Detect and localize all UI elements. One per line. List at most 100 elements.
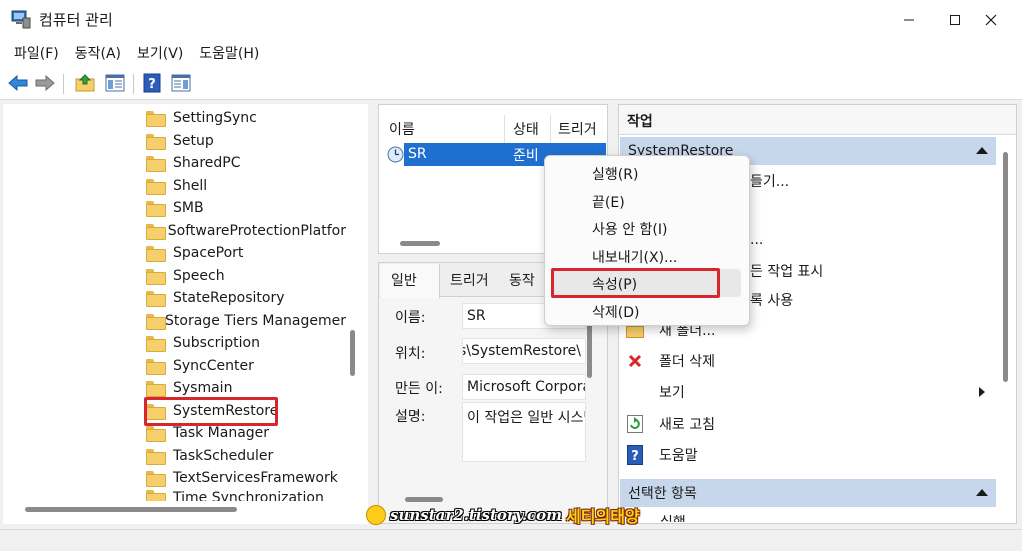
tree-vertical-scrollbar[interactable] bbox=[350, 330, 355, 376]
author-field[interactable]: Microsoft Corporation bbox=[462, 374, 586, 400]
annotation-highlight-box bbox=[551, 268, 720, 298]
help-icon: ? bbox=[626, 445, 644, 465]
folder-icon bbox=[146, 156, 166, 172]
context-menu-export[interactable]: 내보내기(X)... bbox=[592, 247, 677, 267]
action-help[interactable]: ? 도움말 bbox=[626, 442, 698, 468]
folder-icon bbox=[146, 381, 166, 397]
toolbar: ? bbox=[0, 67, 1022, 100]
action-pane-button[interactable] bbox=[170, 72, 192, 94]
watermark-name: 세티의태양 bbox=[566, 507, 640, 526]
task-status-cell: 준비 bbox=[513, 148, 539, 164]
close-icon bbox=[985, 14, 997, 25]
tree-item[interactable]: TextServicesFramework bbox=[146, 467, 338, 489]
tree-item[interactable]: SettingSync bbox=[146, 107, 257, 129]
title-bar[interactable]: 컴퓨터 관리 bbox=[0, 0, 1022, 39]
minimize-icon bbox=[904, 19, 914, 20]
tree-item[interactable]: SoftwareProtectionPlatfor bbox=[146, 220, 346, 242]
close-button[interactable] bbox=[968, 0, 1014, 39]
forward-button[interactable] bbox=[34, 72, 56, 94]
action-item-partial[interactable]: 들기... bbox=[750, 171, 789, 191]
action-refresh[interactable]: 새로 고침 bbox=[626, 411, 715, 437]
delete-x-icon bbox=[626, 352, 644, 370]
action-delete-folder[interactable]: 폴더 삭제 bbox=[626, 348, 715, 374]
column-header-name[interactable]: 이름 bbox=[389, 119, 415, 139]
tree-item[interactable]: StateRepository bbox=[146, 287, 285, 309]
minimize-button[interactable] bbox=[886, 0, 932, 39]
toolbar-separator bbox=[63, 74, 64, 94]
context-menu bbox=[544, 155, 750, 326]
computer-management-icon bbox=[11, 9, 31, 29]
folder-icon bbox=[146, 179, 166, 195]
folder-icon bbox=[146, 426, 166, 442]
menu-file[interactable]: 파일(F) bbox=[6, 43, 67, 63]
tree-item[interactable]: SyncCenter bbox=[146, 355, 254, 377]
location-label: 위치: bbox=[395, 346, 426, 362]
menu-action[interactable]: 동작(A) bbox=[67, 43, 129, 63]
task-clock-icon bbox=[387, 146, 404, 163]
folder-icon bbox=[146, 291, 166, 307]
author-label: 만든 이: bbox=[395, 381, 443, 397]
description-label: 설명: bbox=[395, 409, 426, 425]
menu-help[interactable]: 도움말(H) bbox=[191, 43, 267, 63]
help-button[interactable]: ? bbox=[141, 72, 163, 94]
location-field[interactable]: \Microsoft\Windows\SystemRestore bbox=[462, 338, 586, 364]
actions-header: 작업 bbox=[619, 105, 1016, 135]
collapse-arrow-icon[interactable] bbox=[976, 147, 988, 154]
column-divider bbox=[504, 115, 505, 143]
svg-text:?: ? bbox=[631, 449, 639, 464]
action-item-partial[interactable]: ... bbox=[750, 232, 763, 248]
action-view[interactable]: 보기 bbox=[626, 379, 685, 405]
detail-vertical-scrollbar[interactable] bbox=[587, 318, 592, 378]
tree-item[interactable]: SharedPC bbox=[146, 152, 241, 174]
context-menu-run[interactable]: 실행(R) bbox=[592, 164, 638, 184]
folder-icon bbox=[146, 246, 166, 262]
context-menu-disable[interactable]: 사용 안 함(I) bbox=[592, 219, 667, 239]
back-arrow-icon bbox=[8, 75, 28, 91]
collapse-arrow-icon[interactable] bbox=[976, 489, 988, 496]
menu-view[interactable]: 보기(V) bbox=[129, 43, 191, 63]
list-horizontal-scrollbar[interactable] bbox=[400, 241, 440, 246]
up-folder-icon bbox=[75, 74, 95, 92]
show-hide-tree-button[interactable] bbox=[104, 72, 126, 94]
tree-item[interactable]: TaskScheduler bbox=[146, 445, 273, 467]
annotation-highlight-box bbox=[144, 397, 278, 426]
actions-section-selected-item[interactable]: 선택한 항목 bbox=[620, 479, 996, 507]
help-icon: ? bbox=[143, 73, 161, 93]
watermark-url: sunstar2.tistory.com bbox=[390, 506, 563, 524]
smiley-icon bbox=[366, 505, 386, 525]
actions-vertical-scrollbar[interactable] bbox=[1003, 152, 1008, 382]
tree-horizontal-scrollbar[interactable] bbox=[25, 507, 237, 512]
tree-item[interactable]: Subscription bbox=[146, 332, 260, 354]
folder-icon bbox=[146, 471, 166, 487]
column-header-trigger[interactable]: 트리거 bbox=[558, 119, 597, 139]
tab-general[interactable]: 일반 bbox=[391, 270, 417, 290]
folder-icon bbox=[146, 359, 166, 375]
action-item-partial[interactable]: 든 작업 표시 bbox=[750, 261, 823, 281]
tree-item[interactable]: Speech bbox=[146, 265, 225, 287]
tree-item[interactable]: SMB bbox=[146, 197, 204, 219]
column-header-status[interactable]: 상태 bbox=[513, 119, 539, 139]
svg-text:?: ? bbox=[148, 77, 156, 92]
action-item-partial[interactable]: 실행 bbox=[660, 512, 686, 522]
maximize-icon bbox=[950, 14, 960, 25]
folder-icon bbox=[146, 134, 166, 150]
context-menu-delete[interactable]: 삭제(D) bbox=[592, 302, 639, 322]
tree-item[interactable]: Shell bbox=[146, 175, 207, 197]
tree-item[interactable]: Storage Tiers Managemer bbox=[146, 310, 346, 332]
context-menu-end[interactable]: 끝(E) bbox=[592, 192, 625, 212]
tree-item[interactable]: SpacePort bbox=[146, 242, 243, 264]
tree-item[interactable]: Time Synchronization bbox=[146, 490, 324, 501]
toolbar-separator bbox=[133, 74, 134, 94]
tree-item[interactable]: Sysmain bbox=[146, 377, 232, 399]
detail-horizontal-scrollbar[interactable] bbox=[405, 497, 443, 502]
up-one-level-button[interactable] bbox=[74, 72, 96, 94]
tree-item[interactable]: Setup bbox=[146, 130, 214, 152]
folder-icon bbox=[146, 336, 166, 352]
action-item-partial[interactable]: 록 사용 bbox=[750, 290, 793, 310]
folder-icon bbox=[146, 111, 166, 127]
back-button[interactable] bbox=[7, 72, 29, 94]
tab-actions[interactable]: 동작 bbox=[509, 270, 535, 290]
tab-triggers[interactable]: 트리거 bbox=[450, 270, 489, 290]
description-field[interactable]: 이 작업은 일반 시스템 복원 지점을 만듭니다. bbox=[462, 402, 586, 462]
menu-bar: 파일(F) 동작(A) 보기(V) 도움말(H) bbox=[0, 39, 1022, 67]
